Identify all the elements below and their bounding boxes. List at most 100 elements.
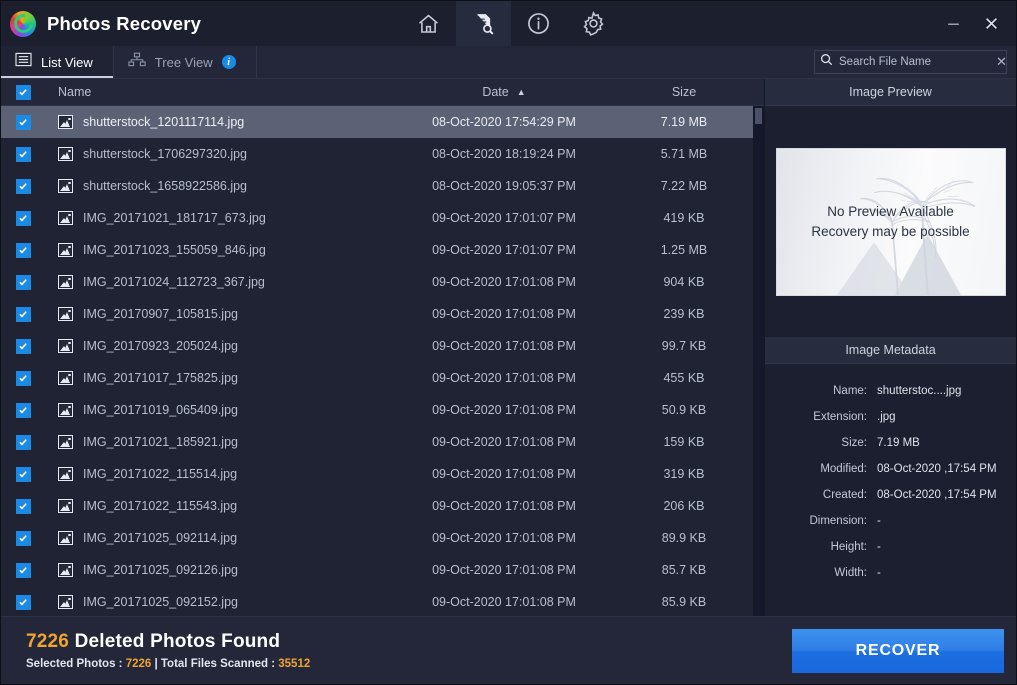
row-checkbox[interactable] <box>1 274 45 290</box>
table-row[interactable]: IMG_20171024_112723_367.jpg 09-Oct-2020 1… <box>1 266 764 298</box>
file-name: shutterstock_1706297320.jpg <box>83 147 248 161</box>
table-row[interactable]: IMG_20171021_181717_673.jpg 09-Oct-2020 1… <box>1 202 764 234</box>
table-row[interactable]: IMG_20171021_185921.jpg 09-Oct-2020 17:01… <box>1 426 764 458</box>
table-row[interactable]: IMG_20171023_155059_846.jpg 09-Oct-2020 1… <box>1 234 764 266</box>
row-checkbox[interactable] <box>1 178 45 194</box>
file-name: shutterstock_1658922586.jpg <box>83 179 248 193</box>
recover-button[interactable]: RECOVER <box>792 629 1004 673</box>
column-header-size[interactable]: Size <box>604 85 764 99</box>
table-row[interactable]: IMG_20171017_175825.jpg 09-Oct-2020 17:01… <box>1 362 764 394</box>
select-all-checkbox[interactable] <box>1 84 45 100</box>
column-header-date[interactable]: Date ▲ <box>404 85 604 99</box>
row-checkbox[interactable] <box>1 146 45 162</box>
image-thumbnail-icon <box>58 179 73 193</box>
table-row[interactable]: IMG_20171025_092114.jpg 09-Oct-2020 17:01… <box>1 522 764 554</box>
search-clear-icon[interactable]: ✕ <box>993 54 1010 70</box>
table-row[interactable]: shutterstock_1201117114.jpg 08-Oct-2020 1… <box>1 106 764 138</box>
tree-view-info-badge-icon[interactable]: i <box>221 55 236 69</box>
table-row[interactable]: shutterstock_1706297320.jpg 08-Oct-2020 1… <box>1 138 764 170</box>
file-name: IMG_20171019_065409.jpg <box>83 403 238 417</box>
table-row[interactable]: IMG_20170923_205024.jpg 09-Oct-2020 17:01… <box>1 330 764 362</box>
row-name-cell: IMG_20171024_112723_367.jpg <box>45 275 404 289</box>
no-preview-line-2: Recovery may be possible <box>811 223 970 239</box>
row-checkbox[interactable] <box>1 594 45 610</box>
row-checkbox[interactable] <box>1 402 45 418</box>
row-name-cell: shutterstock_1658922586.jpg <box>45 179 404 193</box>
column-header-name[interactable]: Name <box>45 85 404 99</box>
file-date: 09-Oct-2020 17:01:07 PM <box>432 211 576 225</box>
view-tab-bar: List View Tree View i ✕ <box>1 46 1016 79</box>
file-list-scrollbar-thumb[interactable] <box>755 108 762 124</box>
image-thumbnail-icon <box>58 595 73 609</box>
file-list-header: Name Date ▲ Size <box>1 79 764 106</box>
file-name: IMG_20171021_181717_673.jpg <box>83 211 266 225</box>
metadata-value: - <box>877 567 881 579</box>
row-checkbox[interactable] <box>1 210 45 226</box>
file-name: IMG_20171025_092126.jpg <box>83 563 238 577</box>
close-button[interactable] <box>972 1 1010 46</box>
row-checkbox[interactable] <box>1 530 45 546</box>
info-icon[interactable] <box>511 1 566 46</box>
metadata-value: .jpg <box>877 411 896 423</box>
metadata-value: 7.19 MB <box>877 437 920 449</box>
table-row[interactable]: IMG_20171025_092126.jpg 09-Oct-2020 17:01… <box>1 554 764 586</box>
tab-tree-view[interactable]: Tree View i <box>114 46 257 78</box>
no-preview-text: No Preview Available Recovery may be pos… <box>811 202 969 242</box>
status-footer: 7226 Deleted Photos Found Selected Photo… <box>1 616 1016 684</box>
total-files-scanned-count: 35512 <box>278 658 311 670</box>
row-checkbox[interactable] <box>1 338 45 354</box>
file-date: 09-Oct-2020 17:01:07 PM <box>432 243 576 257</box>
metadata-row: Width: - <box>765 560 1016 586</box>
tab-list-view[interactable]: List View <box>1 46 114 78</box>
status-separator: | <box>151 658 161 670</box>
row-checkbox[interactable] <box>1 370 45 386</box>
file-size: 904 KB <box>663 275 705 289</box>
search-input[interactable] <box>833 56 993 68</box>
file-date: 09-Oct-2020 17:01:08 PM <box>432 435 576 449</box>
minimize-button[interactable] <box>934 1 972 46</box>
table-row[interactable]: IMG_20171022_115514.jpg 09-Oct-2020 17:01… <box>1 458 764 490</box>
metadata-key: Height: <box>830 541 867 553</box>
file-size: 7.19 MB <box>660 115 708 129</box>
row-checkbox[interactable] <box>1 242 45 258</box>
image-thumbnail-icon <box>58 435 73 449</box>
image-thumbnail-icon <box>58 339 73 353</box>
metadata-value: - <box>877 515 881 527</box>
row-checkbox[interactable] <box>1 114 45 130</box>
file-size: 419 KB <box>663 211 705 225</box>
file-date: 08-Oct-2020 19:05:37 PM <box>432 179 576 193</box>
file-date: 09-Oct-2020 17:01:08 PM <box>432 339 576 353</box>
file-date: 09-Oct-2020 17:01:08 PM <box>432 275 576 289</box>
file-size: 5.71 MB <box>660 147 708 161</box>
file-search-icon[interactable] <box>456 1 511 46</box>
row-checkbox[interactable] <box>1 434 45 450</box>
table-row[interactable]: IMG_20170907_105815.jpg 09-Oct-2020 17:01… <box>1 298 764 330</box>
file-list-scrollbar[interactable] <box>753 106 764 616</box>
file-size: 89.9 KB <box>661 531 707 545</box>
file-size: 50.9 KB <box>661 403 707 417</box>
row-name-cell: IMG_20171022_115543.jpg <box>45 499 404 513</box>
search-box[interactable]: ✕ <box>814 50 1007 74</box>
table-row[interactable]: IMG_20171019_065409.jpg 09-Oct-2020 17:01… <box>1 394 764 426</box>
table-row[interactable]: IMG_20171025_092152.jpg 09-Oct-2020 17:01… <box>1 586 764 616</box>
selected-photos-label: Selected Photos : <box>26 658 126 670</box>
search-icon <box>820 53 833 71</box>
file-list-rows: shutterstock_1201117114.jpg 08-Oct-2020 1… <box>1 106 764 616</box>
row-checkbox[interactable] <box>1 498 45 514</box>
row-name-cell: IMG_20170923_205024.jpg <box>45 339 404 353</box>
home-icon[interactable] <box>401 1 456 46</box>
row-checkbox[interactable] <box>1 466 45 482</box>
file-size: 455 KB <box>663 371 705 385</box>
image-preview-header: Image Preview <box>765 79 1016 106</box>
file-name: IMG_20170923_205024.jpg <box>83 339 238 353</box>
row-checkbox[interactable] <box>1 562 45 578</box>
image-thumbnail-icon <box>58 147 73 161</box>
main-body: Name Date ▲ Size shutterstock_1201117114… <box>1 79 1016 616</box>
settings-gear-icon[interactable] <box>566 1 621 46</box>
table-row[interactable]: IMG_20171022_115543.jpg 09-Oct-2020 17:01… <box>1 490 764 522</box>
table-row[interactable]: shutterstock_1658922586.jpg 08-Oct-2020 1… <box>1 170 764 202</box>
row-name-cell: shutterstock_1201117114.jpg <box>45 115 404 129</box>
metadata-row: Created: 08-Oct-2020 ,17:54 PM <box>765 482 1016 508</box>
row-checkbox[interactable] <box>1 306 45 322</box>
toolbar <box>401 1 621 46</box>
